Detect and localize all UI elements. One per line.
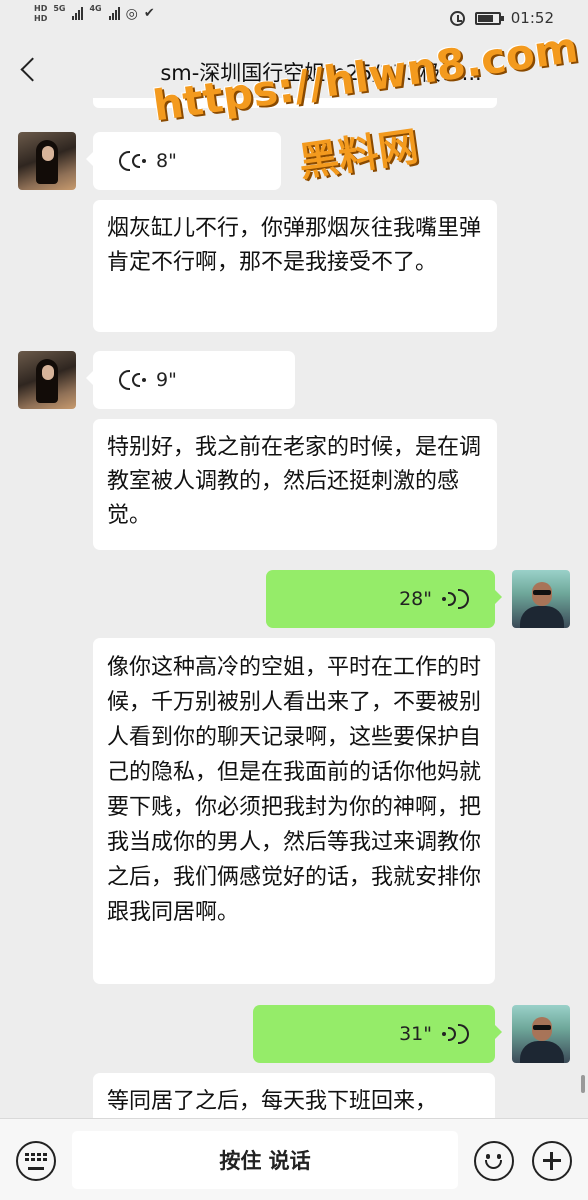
hd-bottom-label: HD [34,14,48,23]
previous-message-bubble [93,98,497,108]
text-message-bubble[interactable]: 像你这种高冷的空姐，平时在工作的时候，千万别被别人看出来了，不要被别人看到你的聊… [93,638,495,984]
text-message-bubble[interactable]: 烟灰缸儿不行，你弹那烟灰往我嘴里弹肯定不行啊，那不是我接受不了。 [93,200,497,332]
keyboard-icon[interactable] [16,1141,56,1181]
voice-duration: 8" [156,150,177,172]
hd-top-label: HD [34,4,48,13]
voice-duration: 9" [156,369,177,391]
voice-duration: 28" [399,588,432,610]
plus-icon[interactable] [532,1141,572,1181]
voice-message-bubble[interactable]: 8" [86,132,281,190]
alarm-icon [449,10,465,26]
voice-wave-icon [119,370,146,390]
watermark-text: 黑料网 [295,123,422,187]
hd-indicator: HD HD [34,4,47,24]
network2-label: 4G [89,4,102,13]
voice-wave-icon [442,589,469,609]
contact-avatar[interactable] [18,351,76,409]
input-bar: 按住 说话 [0,1118,588,1200]
scrollbar[interactable] [581,1075,585,1093]
message-text: 烟灰缸儿不行，你弹那烟灰往我嘴里弹肯定不行啊，那不是我接受不了。 [107,216,482,275]
message-text: 特别好，我之前在老家的时候，是在调教室被人调教的，然后还挺刺激的感觉。 [107,435,482,528]
contact-avatar[interactable] [18,132,76,190]
signal-icon [72,4,84,20]
status-bar: HD HD 5G 4G ◎ ✔ 01:52 [0,0,588,36]
voice-wave-icon [442,1024,469,1044]
my-avatar[interactable] [512,570,570,628]
clock: 01:52 [510,9,554,27]
my-avatar[interactable] [512,1005,570,1063]
signal2-icon [108,4,120,20]
text-message-bubble[interactable]: 特别好，我之前在老家的时候，是在调教室被人调教的，然后还挺刺激的感觉。 [93,419,497,550]
voice-wave-icon [119,151,146,171]
battery-icon [474,11,504,25]
voice-message-bubble[interactable]: 28" [266,570,502,628]
chat-title: sm-深圳国行空姐m25/173极？... [160,61,482,85]
status-right: 01:52 [449,9,554,27]
network-label: 5G [53,4,66,13]
voice-duration: 31" [399,1023,432,1045]
notification-icon: ✔ [143,6,155,21]
status-left: HD HD 5G 4G ◎ ✔ [34,4,155,24]
voice-message-bubble[interactable]: 31" [253,1005,502,1063]
emoji-icon[interactable] [474,1141,514,1181]
hold-to-talk-button[interactable]: 按住 说话 [72,1131,458,1189]
wifi-icon: ◎ [125,6,138,22]
voice-message-bubble[interactable]: 9" [86,351,295,409]
title-bar: sm-深圳国行空姐m25/173极？... [0,36,588,106]
message-text: 像你这种高冷的空姐，平时在工作的时候，千万别被别人看出来了，不要被别人看到你的聊… [107,655,482,925]
back-arrow-icon[interactable] [14,54,46,86]
